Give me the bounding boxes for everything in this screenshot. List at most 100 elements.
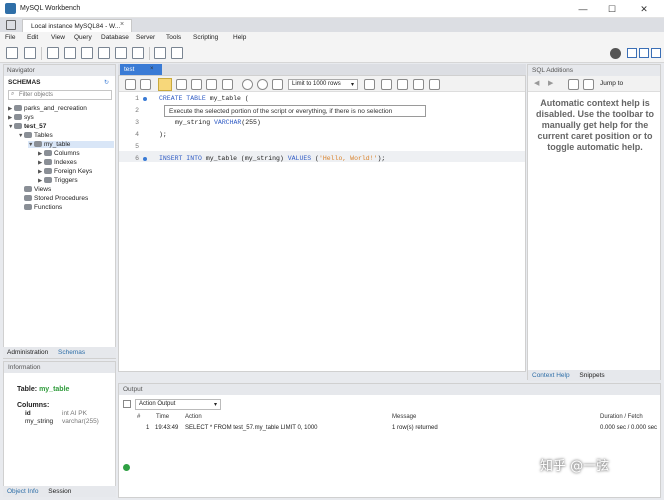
menu-file[interactable]: File: [5, 34, 15, 41]
create-schema-icon[interactable]: [64, 47, 76, 59]
toggle-sidebar-icon[interactable]: [651, 48, 661, 58]
menu-query[interactable]: Query: [74, 34, 92, 41]
minimize-button[interactable]: —: [569, 2, 597, 16]
search-table-data-icon[interactable]: [154, 47, 166, 59]
column-type: int AI PK: [62, 410, 87, 417]
maximize-button[interactable]: ☐: [598, 2, 626, 16]
inspector-icon[interactable]: [47, 47, 59, 59]
create-view-icon[interactable]: [98, 47, 110, 59]
open-sql-script-icon[interactable]: [24, 47, 36, 59]
information-tabs: Object Info Session: [3, 486, 116, 497]
views-node[interactable]: Views: [24, 186, 51, 193]
schema-item-active[interactable]: ▼ test_57: [8, 123, 46, 130]
close-icon[interactable]: ×: [120, 21, 124, 28]
menu-edit[interactable]: Edit: [27, 34, 38, 41]
tab-session[interactable]: Session: [44, 486, 75, 497]
output-copy-icon[interactable]: [123, 400, 131, 408]
table-folder-icon: [24, 132, 32, 139]
success-icon: [123, 464, 130, 471]
main-toolbar: [0, 44, 664, 63]
save-icon[interactable]: [140, 79, 151, 90]
refresh-icon[interactable]: ↻: [104, 79, 109, 86]
tab-test-label: test: [124, 66, 135, 73]
editor-tab-bar: test ×: [118, 64, 526, 75]
sql-additions-tabs: Context Help Snippets: [528, 370, 660, 381]
stop-icon[interactable]: [206, 79, 217, 90]
row-duration: 0.000 sec / 0.000 sec: [600, 425, 658, 431]
tables-node[interactable]: ▼ Tables: [18, 132, 53, 139]
create-table-icon[interactable]: [81, 47, 93, 59]
toggle-error-icon[interactable]: [222, 79, 233, 90]
menu-tools[interactable]: Tools: [166, 34, 181, 41]
home-icon[interactable]: [6, 20, 16, 30]
forward-arrow-icon[interactable]: ▶: [548, 79, 553, 87]
sql-additions-toolbar: ◀ ▶ Jump to: [528, 76, 660, 92]
column-header: #: [137, 414, 141, 420]
table-item-selected[interactable]: ▼ my_table: [28, 141, 114, 148]
reconnect-icon[interactable]: [171, 47, 183, 59]
stored-procedures-node[interactable]: Stored Procedures: [24, 195, 88, 202]
wrap-lines-icon[interactable]: [429, 79, 440, 90]
back-arrow-icon[interactable]: ◀: [534, 79, 539, 87]
filter-objects-input[interactable]: Filter objects: [8, 90, 112, 100]
tab-test[interactable]: test: [120, 64, 162, 75]
output-panel: Output Action Output ▾ # Time Action Mes…: [118, 383, 661, 498]
tab-schemas[interactable]: Schemas: [54, 347, 89, 358]
invisible-chars-icon[interactable]: [413, 79, 424, 90]
rollback-icon[interactable]: [257, 79, 268, 90]
sql-editor[interactable]: Limit to 1000 rows ▾ 1 2 3 4 5 6 CREATE …: [118, 75, 526, 372]
beautify-icon[interactable]: [381, 79, 392, 90]
find-icon[interactable]: [397, 79, 408, 90]
commit-icon[interactable]: [242, 79, 253, 90]
autocommit-icon[interactable]: [272, 79, 283, 90]
menu-server[interactable]: Server: [136, 34, 155, 41]
indexes-node[interactable]: ▶ Indexes: [38, 159, 77, 166]
output-type-select[interactable]: Action Output ▾: [135, 399, 221, 410]
open-file-icon[interactable]: [125, 79, 136, 90]
foreign-keys-node[interactable]: ▶ Foreign Keys: [38, 168, 92, 175]
toolbar-separator: [41, 47, 42, 60]
table-row[interactable]: 1 19:43:49 SELECT * FROM test_57.my_tabl…: [119, 423, 660, 471]
menu-database[interactable]: Database: [101, 34, 129, 41]
toggle-output-icon[interactable]: [639, 48, 649, 58]
connection-tab-strip: Local instance MySQL84 - W... ×: [0, 18, 664, 32]
limit-rows-select[interactable]: Limit to 1000 rows ▾: [288, 79, 358, 90]
line-number: 3: [135, 119, 139, 126]
table-info: Table: my_table: [17, 386, 69, 393]
columns-node[interactable]: ▶ Columns: [38, 150, 80, 157]
column-header: Duration / Fetch: [600, 414, 643, 420]
manual-help-icon[interactable]: [568, 79, 579, 90]
functions-node[interactable]: Functions: [24, 204, 62, 211]
triggers-node[interactable]: ▶ Triggers: [38, 177, 78, 184]
tab-snippets[interactable]: Snippets: [575, 370, 608, 381]
functions-icon: [24, 204, 32, 211]
close-icon[interactable]: ×: [150, 66, 154, 72]
menu-view[interactable]: View: [51, 34, 65, 41]
navigator-panel: Navigator SCHEMAS ↻ ⌕ Filter objects ▶ pa…: [3, 64, 116, 359]
jump-to-label[interactable]: Jump to: [600, 80, 623, 87]
close-window-button[interactable]: ✕: [630, 2, 658, 16]
schema-item[interactable]: ▶ sys: [8, 114, 34, 121]
database-icon: [14, 123, 22, 130]
information-header: Information: [4, 362, 115, 373]
tab-context-help[interactable]: Context Help: [528, 370, 574, 381]
views-icon: [24, 186, 32, 193]
favorite-icon[interactable]: [364, 79, 375, 90]
create-function-icon[interactable]: [132, 47, 144, 59]
menu-help[interactable]: Help: [233, 34, 246, 41]
explain-icon[interactable]: [191, 79, 202, 90]
create-procedure-icon[interactable]: [115, 47, 127, 59]
gear-icon[interactable]: [610, 48, 621, 59]
auto-help-icon[interactable]: [583, 79, 594, 90]
execute-current-icon[interactable]: [176, 79, 187, 90]
menu-scripting[interactable]: Scripting: [193, 34, 218, 41]
schema-item[interactable]: ▶ parks_and_recreation: [8, 105, 87, 112]
tab-administration[interactable]: Administration: [3, 347, 52, 358]
chevron-down-icon: ▾: [213, 402, 217, 408]
execute-lightning-icon[interactable]: [158, 78, 172, 91]
connection-tab[interactable]: Local instance MySQL84 - W...: [22, 19, 132, 32]
line-number: 1: [135, 95, 139, 102]
new-sql-tab-icon[interactable]: [6, 47, 18, 59]
tab-object-info[interactable]: Object Info: [3, 486, 42, 497]
toggle-navigator-icon[interactable]: [627, 48, 637, 58]
